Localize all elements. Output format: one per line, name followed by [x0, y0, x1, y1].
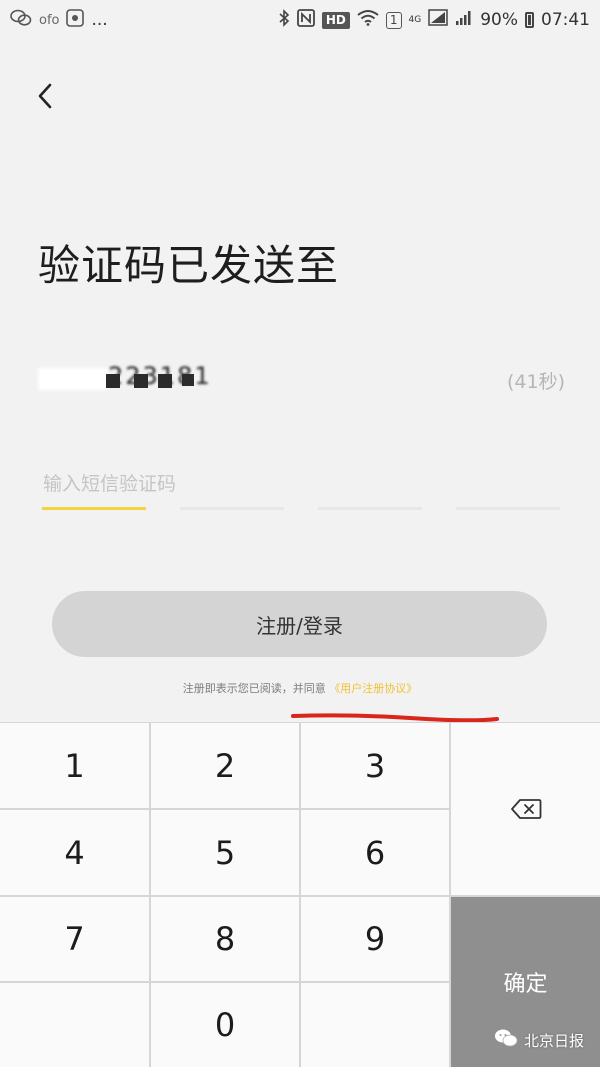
code-digit-underline — [318, 507, 422, 510]
key-7[interactable]: 7 — [0, 897, 149, 981]
agreement-text: 注册即表示您已阅读，并同意 — [182, 682, 326, 695]
key-blank-right — [301, 983, 449, 1067]
key-blank-left — [0, 983, 149, 1067]
user-agreement-link[interactable]: 《用户注册协议》 — [329, 682, 417, 695]
code-digit-underline — [180, 507, 284, 510]
ofo-notification-icon: ofo — [39, 12, 60, 28]
key-8[interactable]: 8 — [151, 897, 299, 981]
redaction-pixel — [134, 374, 148, 388]
battery-percentage: 90% — [480, 10, 518, 30]
wechat-icon — [494, 1028, 518, 1052]
watermark-text: 北京日报 — [524, 1031, 585, 1050]
status-bar-right: HD 1 4G 90% 07:41 — [278, 8, 590, 32]
page-title: 验证码已发送至 — [38, 241, 340, 290]
nfc-icon — [296, 8, 315, 32]
battery-icon — [525, 12, 534, 28]
phone-row: 223181 (41秒) — [38, 362, 565, 398]
wifi-icon — [357, 9, 379, 31]
bluetooth-icon — [278, 8, 290, 32]
key-2[interactable]: 2 — [151, 723, 299, 808]
signal-icon — [428, 9, 448, 31]
redaction-pixel — [158, 374, 172, 388]
redaction-pixel — [106, 374, 120, 388]
app-notification-icon — [66, 8, 85, 32]
network-type-label: 4G — [408, 15, 422, 25]
agreement-notice: 注册即表示您已阅读，并同意 《用户注册协议》 — [0, 680, 600, 696]
wechat-notification-icon — [10, 9, 32, 32]
clock: 07:41 — [541, 10, 590, 30]
sim-indicator: 1 — [385, 11, 402, 29]
numeric-keypad: 1 2 3 4 5 6 7 8 9 0 确定 — [0, 722, 600, 1067]
key-5[interactable]: 5 — [151, 810, 299, 895]
backspace-key[interactable] — [451, 723, 600, 895]
key-0[interactable]: 0 — [151, 983, 299, 1067]
register-login-button[interactable]: 注册/登录 — [52, 591, 547, 657]
more-notifications: ... — [91, 10, 108, 30]
code-digit-underline — [456, 507, 560, 510]
status-bar: ofo ... HD 1 4G 90% 07:41 — [0, 0, 600, 40]
code-digit-underline-active — [42, 507, 146, 510]
sms-code-input[interactable] — [40, 464, 566, 504]
back-button[interactable] — [30, 80, 60, 116]
chevron-left-icon — [37, 83, 53, 113]
watermark: 北京日报 — [494, 1028, 584, 1052]
redaction-pixel — [182, 374, 194, 386]
key-3[interactable]: 3 — [301, 723, 449, 808]
key-6[interactable]: 6 — [301, 810, 449, 895]
status-bar-left: ofo ... — [10, 8, 108, 32]
backspace-icon — [510, 790, 542, 828]
signal-icon-2 — [455, 10, 473, 31]
resend-countdown[interactable]: (41秒) — [507, 367, 565, 394]
phone-redaction-mask — [38, 368, 108, 390]
key-4[interactable]: 4 — [0, 810, 149, 895]
hd-voice-icon: HD — [321, 11, 350, 29]
key-9[interactable]: 9 — [301, 897, 449, 981]
key-1[interactable]: 1 — [0, 723, 149, 808]
